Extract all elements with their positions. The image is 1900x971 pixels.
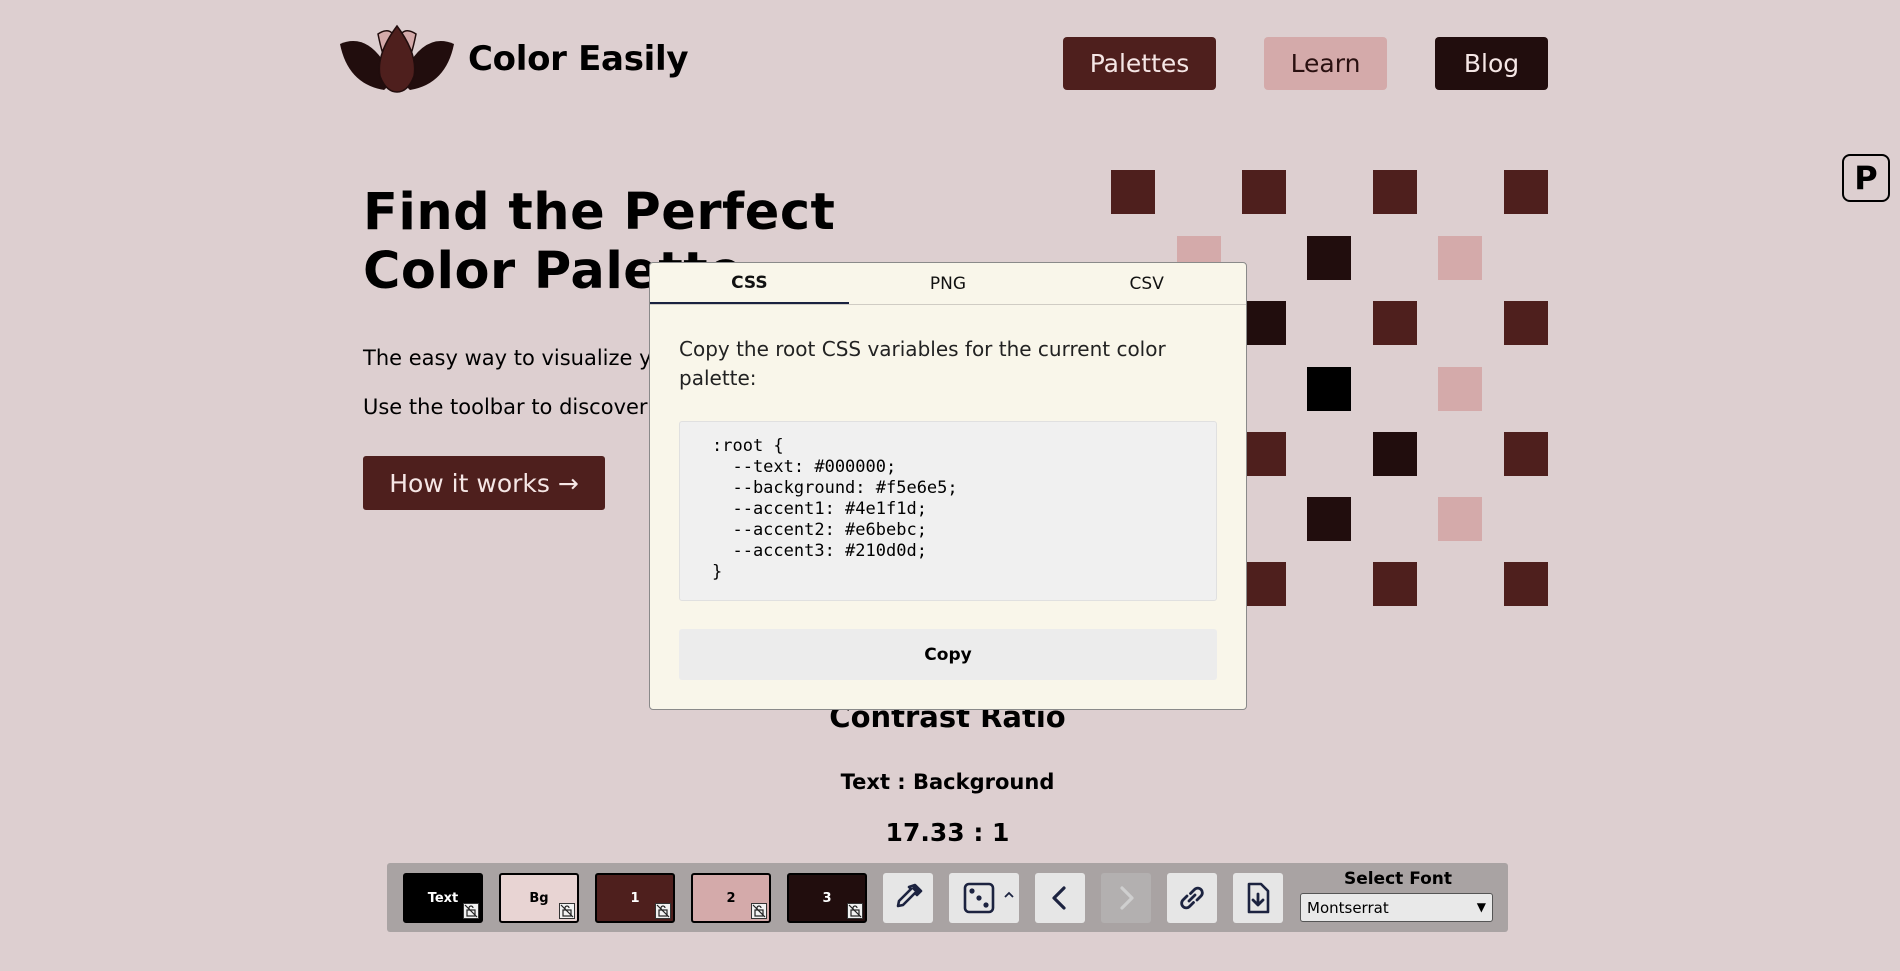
pattern-square: [1504, 301, 1548, 345]
swatch-background[interactable]: Bg: [499, 873, 579, 923]
hero-paragraph-1: The easy way to visualize yo: [363, 346, 665, 370]
unlock-icon[interactable]: [751, 903, 767, 919]
unlock-icon[interactable]: [559, 903, 575, 919]
hero-title-line1: Find the Perfect: [363, 183, 836, 242]
lotus-logo-icon: [340, 24, 454, 93]
tab-png[interactable]: PNG: [849, 263, 1048, 304]
swatch-text[interactable]: Text: [403, 873, 483, 923]
swatch-accent2[interactable]: 2: [691, 873, 771, 923]
pattern-square: [1242, 432, 1286, 476]
pattern-square: [1438, 497, 1482, 541]
pattern-square: [1307, 236, 1351, 280]
unlock-icon[interactable]: [655, 903, 671, 919]
nav-palettes-button[interactable]: Palettes: [1063, 37, 1216, 90]
pattern-square: [1242, 562, 1286, 606]
unlock-icon[interactable]: [847, 903, 863, 919]
select-font-label: Select Font: [1343, 869, 1453, 889]
pattern-square: [1438, 367, 1482, 411]
chevron-down-icon: ▼: [1476, 900, 1486, 914]
pattern-square: [1504, 562, 1548, 606]
swatch-accent1[interactable]: 1: [595, 873, 675, 923]
contrast-ratio-value: 17.33 : 1: [885, 818, 1010, 847]
chevron-up-icon[interactable]: [1003, 889, 1015, 901]
export-modal: CSS PNG CSV Copy the root CSS variables …: [649, 262, 1247, 710]
pattern-square: [1111, 170, 1155, 214]
swatch-label: 2: [726, 890, 736, 906]
export-tabs: CSS PNG CSV: [650, 263, 1246, 305]
pattern-square: [1373, 170, 1417, 214]
dice-icon: [963, 882, 995, 914]
pattern-square: [1373, 432, 1417, 476]
pattern-square: [1307, 367, 1351, 411]
pattern-square: [1242, 170, 1286, 214]
palette-toggle-badge[interactable]: P: [1842, 154, 1890, 202]
undo-button[interactable]: [1035, 873, 1085, 923]
share-link-button[interactable]: [1167, 873, 1217, 923]
randomize-button[interactable]: [949, 873, 1019, 923]
pattern-square: [1504, 432, 1548, 476]
font-select[interactable]: Montserrat ▼: [1300, 893, 1493, 922]
pattern-square: [1504, 170, 1548, 214]
palette-toolbar: Text Bg 1 2 3 Select Font Montserrat ▼: [387, 863, 1508, 932]
link-icon: [1180, 886, 1204, 910]
pattern-square: [1373, 301, 1417, 345]
swatch-label: Bg: [529, 890, 549, 906]
eyedropper-icon: [896, 883, 923, 908]
hero-paragraph-2: Use the toolbar to discover y: [363, 395, 667, 419]
copy-button[interactable]: Copy: [679, 629, 1217, 680]
swatch-label: 3: [822, 890, 832, 906]
unlock-icon[interactable]: [463, 903, 479, 919]
export-description: Copy the root CSS variables for the curr…: [679, 337, 1166, 390]
contrast-pair-label: Text : Background: [840, 770, 1055, 794]
eyedropper-button[interactable]: [883, 873, 933, 923]
swatch-accent3[interactable]: 3: [787, 873, 867, 923]
brand-logo-link[interactable]: Color Easily: [338, 24, 689, 94]
pattern-square: [1373, 562, 1417, 606]
tab-css[interactable]: CSS: [650, 263, 849, 304]
chevron-left-icon: [1052, 886, 1066, 910]
pattern-square: [1307, 497, 1351, 541]
chevron-right-icon: [1120, 886, 1134, 910]
swatch-label: 1: [630, 890, 640, 906]
font-select-value: Montserrat: [1307, 898, 1389, 917]
download-file-icon: [1247, 882, 1270, 914]
export-button[interactable]: [1233, 873, 1283, 923]
pattern-square: [1242, 301, 1286, 345]
redo-button[interactable]: [1101, 873, 1151, 923]
nav-learn-button[interactable]: Learn: [1264, 37, 1387, 90]
nav-blog-button[interactable]: Blog: [1435, 37, 1548, 90]
how-it-works-button[interactable]: How it works →: [363, 456, 605, 510]
pattern-square: [1438, 236, 1482, 280]
tab-csv[interactable]: CSV: [1047, 263, 1246, 304]
css-code-block[interactable]: :root { --text: #000000; --background: #…: [679, 421, 1217, 601]
brand-name: Color Easily: [468, 39, 689, 79]
swatch-label: Text: [427, 890, 459, 906]
